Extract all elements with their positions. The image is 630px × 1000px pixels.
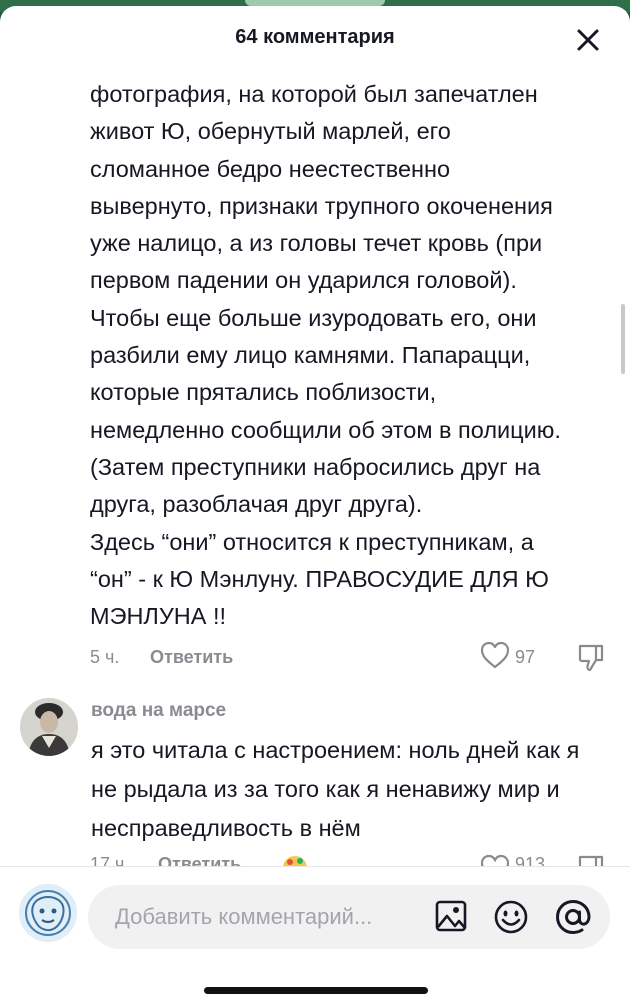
reply-button[interactable]: Ответить: [150, 647, 233, 668]
avatar[interactable]: [20, 698, 78, 756]
comments-header: 64 комментария: [0, 6, 630, 70]
comment-input-placeholder: Добавить комментарий...: [115, 904, 373, 929]
like-count: 97: [515, 647, 536, 667]
comment-time: 5 ч.: [90, 647, 120, 667]
home-indicator: [204, 987, 428, 994]
comment-text: фотография, на которой был запечатлен жи…: [90, 81, 561, 630]
comments-count-title: 64 комментария: [235, 26, 395, 48]
comment-input[interactable]: Добавить комментарий...: [88, 885, 610, 949]
at-icon[interactable]: [554, 898, 592, 936]
comment-username[interactable]: вода на марсе: [91, 700, 226, 722]
scrollbar[interactable]: [621, 304, 625, 374]
comment-text: я это читала с настроением: ноль дней ка…: [91, 737, 580, 841]
thumbs-down-icon[interactable]: [577, 643, 605, 673]
emoji-icon[interactable]: [493, 899, 529, 935]
avatar[interactable]: [19, 884, 77, 942]
close-icon[interactable]: [572, 24, 604, 56]
heart-outline-icon[interactable]: [480, 641, 510, 669]
comment-composer: Добавить комментарий...: [0, 866, 630, 1000]
image-icon[interactable]: [434, 899, 468, 933]
comments-sheet: 64 комментария фотография, на которой бы…: [0, 6, 630, 1000]
